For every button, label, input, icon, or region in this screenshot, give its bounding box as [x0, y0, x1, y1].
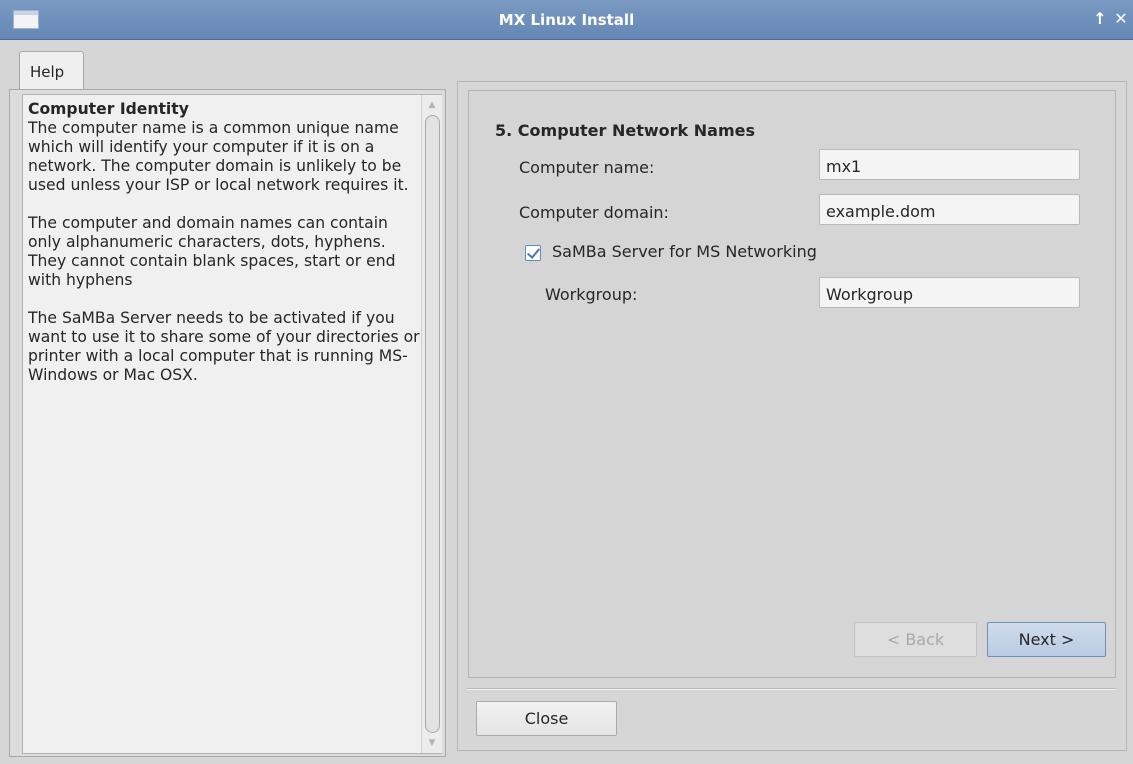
- scroll-up-icon[interactable]: ▲: [426, 99, 438, 111]
- computer-name-input[interactable]: [819, 149, 1080, 180]
- help-text-box: Computer Identity The computer name is a…: [22, 94, 442, 754]
- help-scrollbar[interactable]: ▲ ▼: [421, 95, 442, 753]
- help-pane: Computer Identity The computer name is a…: [9, 89, 446, 757]
- computer-name-label: Computer name:: [519, 158, 655, 177]
- step-title: 5. Computer Network Names: [495, 121, 755, 140]
- samba-checkbox[interactable]: [525, 245, 541, 261]
- back-button[interactable]: < Back: [854, 622, 977, 657]
- help-paragraph: The computer and domain names can contai…: [28, 214, 396, 289]
- maximize-icon[interactable]: ↑: [1091, 9, 1109, 29]
- window-title: MX Linux Install: [498, 11, 635, 29]
- scroll-down-icon[interactable]: ▼: [426, 737, 438, 749]
- samba-checkbox-label[interactable]: SaMBa Server for MS Networking: [552, 242, 817, 261]
- close-window-icon[interactable]: ✕: [1112, 9, 1130, 29]
- help-paragraph: The SaMBa Server needs to be activated i…: [28, 309, 420, 384]
- help-content: Computer Identity The computer name is a…: [28, 100, 423, 404]
- title-bar[interactable]: MX Linux Install ↑ ✕: [0, 0, 1133, 40]
- help-paragraph: The computer name is a common unique nam…: [28, 119, 409, 194]
- step-panel: 5. Computer Network Names Computer name:…: [468, 90, 1116, 678]
- workgroup-input[interactable]: [819, 277, 1080, 308]
- separator: [467, 688, 1116, 690]
- main-pane: 5. Computer Network Names Computer name:…: [457, 81, 1127, 751]
- installer-window: MX Linux Install ↑ ✕ Help Computer Ident…: [0, 0, 1133, 764]
- workgroup-label: Workgroup:: [545, 285, 638, 304]
- computer-domain-input[interactable]: [819, 194, 1080, 225]
- close-button[interactable]: Close: [476, 701, 617, 736]
- tab-help[interactable]: Help: [19, 51, 84, 90]
- scroll-thumb[interactable]: [425, 115, 440, 733]
- computer-domain-label: Computer domain:: [519, 203, 669, 222]
- next-button[interactable]: Next >: [987, 622, 1106, 657]
- help-heading: Computer Identity: [28, 100, 189, 118]
